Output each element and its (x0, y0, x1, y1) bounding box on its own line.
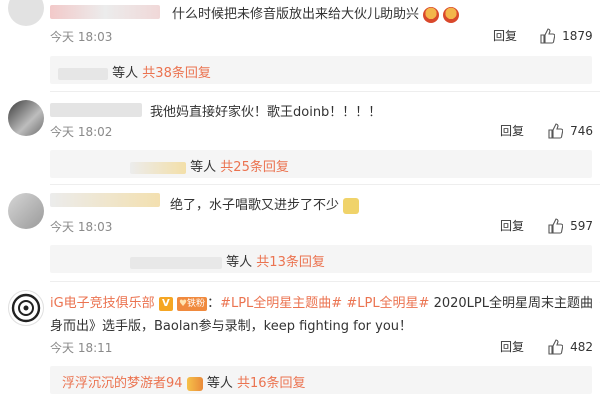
replies-count-link[interactable]: 共38条回复 (142, 66, 211, 81)
comment-text: 什么时候把未修音版放出来给大伙儿助助兴 (172, 7, 420, 22)
blurred-username[interactable] (58, 67, 108, 80)
user-badge-icon (186, 376, 203, 391)
replies-count-link[interactable]: 共16条回复 (237, 376, 306, 391)
replies-others: 等人 (206, 376, 233, 391)
like-count: 746 (570, 124, 593, 138)
replies-summary[interactable]: 等人 共38条回复 (50, 56, 592, 84)
replies-summary[interactable]: 等人 共13条回复 (50, 245, 592, 273)
blurred-username[interactable] (130, 161, 186, 174)
topic-tag-lpl-theme[interactable]: #LPL全明星主题曲# (220, 296, 342, 311)
divider (50, 184, 600, 185)
like-button[interactable]: 482 (547, 336, 593, 355)
divider (50, 91, 600, 92)
comment-time: 今天 18:03 (50, 30, 113, 44)
commenter-avatar[interactable] (8, 193, 44, 229)
blurred-username[interactable] (130, 256, 222, 269)
replies-summary[interactable]: 浮浮沉沉的梦游者94 等人 共16条回复 (50, 366, 592, 394)
reply-button[interactable]: 回复 (500, 217, 524, 234)
fan-level-badge: ♥铁粉 (176, 296, 208, 311)
commenter-avatar[interactable] (8, 100, 44, 136)
thumbs-up-icon (540, 27, 555, 44)
replies-others: 等人 (112, 66, 139, 81)
comment-text-line1: 2020LPL全明星周末主题曲《挺 (433, 296, 600, 311)
username-ig[interactable]: iG电子竞技俱乐部 (50, 296, 155, 311)
ig-logo-icon (11, 293, 41, 323)
like-count: 1879 (562, 29, 593, 43)
fan-badge-text: 铁粉 (187, 298, 206, 309)
verified-v-badge: V (158, 296, 173, 311)
commenter-avatar[interactable] (8, 0, 44, 26)
ig-club-avatar[interactable] (8, 290, 44, 326)
like-button[interactable]: 597 (547, 215, 593, 234)
sweat-emoji-icon (343, 197, 360, 214)
like-count: 597 (570, 219, 593, 233)
replies-others: 等人 (226, 255, 253, 270)
doge-emoji-icon (423, 6, 440, 23)
comment-time: 今天 18:11 (50, 341, 113, 355)
thumbs-up-icon (548, 338, 563, 355)
blurred-username[interactable] (50, 103, 142, 117)
doge-emoji-icon (443, 6, 460, 23)
thumbs-up-icon (548, 217, 563, 234)
blurred-username[interactable] (50, 193, 160, 207)
blurred-username[interactable] (50, 5, 160, 19)
replies-count-link[interactable]: 共25条回复 (220, 160, 289, 175)
like-count: 482 (570, 340, 593, 354)
colon: ： (207, 296, 221, 311)
like-button[interactable]: 1879 (539, 25, 593, 44)
reply-username[interactable]: 浮浮沉沉的梦游者94 (62, 376, 183, 391)
topic-tag-lpl-allstar[interactable]: #LPL全明星# (346, 296, 429, 311)
like-button[interactable]: 746 (547, 120, 593, 139)
fan-heart-icon: ♥ (178, 298, 188, 309)
divider (50, 281, 600, 282)
reply-button[interactable]: 回复 (493, 27, 517, 44)
reply-button[interactable]: 回复 (500, 338, 524, 355)
thumbs-up-icon (548, 122, 563, 139)
comment-text: 绝了，水子唱歌又进步了不少 (170, 198, 340, 213)
reply-button[interactable]: 回复 (500, 122, 524, 139)
replies-count-link[interactable]: 共13条回复 (256, 255, 325, 270)
replies-others: 等人 (190, 160, 217, 175)
comment-time: 今天 18:03 (50, 220, 113, 234)
comment-text: 我他妈直接好家伙！歌王doinb！！！！ (150, 105, 382, 120)
comment-text-line2: 身而出》选手版，Baolan参与录制，keep fighting for you… (50, 319, 413, 334)
replies-summary[interactable]: 等人 共25条回复 (50, 150, 592, 178)
comment-time: 今天 18:02 (50, 125, 113, 139)
